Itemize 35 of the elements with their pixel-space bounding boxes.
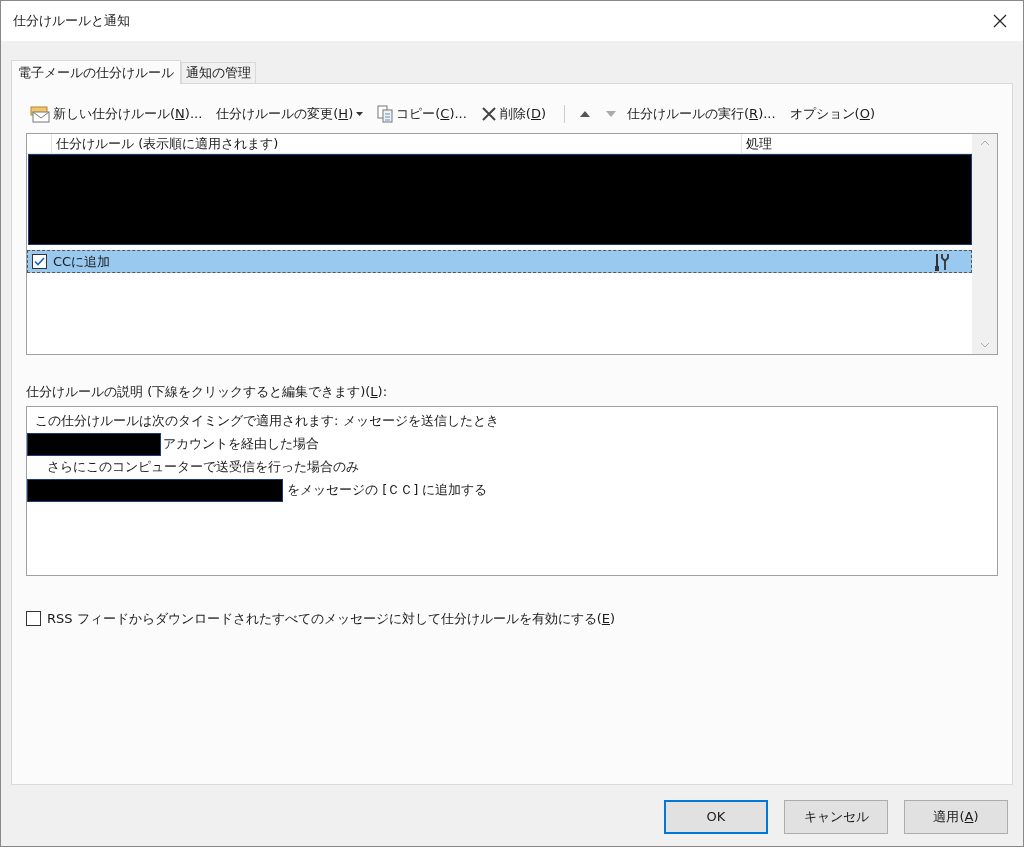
rss-checkbox[interactable]: RSS フィードからダウンロードされたすべてのメッセージに対して仕分けルールを有効にする(E): [26, 608, 998, 628]
dialog-button[interactable]: キャンセル: [784, 800, 888, 834]
toolbar-button[interactable]: コピー(C)...: [375, 101, 469, 127]
dialog-button[interactable]: 適用(A): [904, 800, 1008, 834]
toolbar-button[interactable]: オプション(O): [787, 101, 877, 127]
toolbar-button[interactable]: 仕分けルールの変更(H): [214, 101, 366, 127]
rule-name: CCに追加: [53, 252, 112, 271]
copy-icon: [377, 105, 394, 123]
check-icon: [34, 257, 45, 266]
tab[interactable]: 電子メールの仕分けルール: [11, 60, 181, 84]
scrollbar[interactable]: [972, 134, 997, 354]
close-icon: [993, 14, 1007, 28]
rule-row[interactable]: CCに追加: [27, 250, 972, 273]
toolbar-button[interactable]: 仕分けルールの実行(R)...: [625, 101, 778, 127]
chevron-up-icon[interactable]: [979, 140, 990, 146]
description-text: をメッセージの [ＣＣ] に追加する: [287, 481, 488, 500]
description-text: アカウントを経由した場合: [163, 435, 319, 454]
triangle-up-icon: [580, 111, 590, 117]
column-header[interactable]: 処理: [742, 134, 972, 153]
checkbox[interactable]: [32, 254, 47, 269]
toolbar-button[interactable]: 新しい仕分けルール(N)...: [28, 101, 205, 127]
triangle-down-icon: [606, 111, 616, 117]
toolbar-button[interactable]: 削除(D): [478, 101, 548, 127]
window-title: 仕分けルールと通知: [13, 12, 130, 31]
description-text: この仕分けルールは次のタイミングで適用されます: メッセージを送信したとき: [34, 412, 499, 431]
description-label: 仕分けルールの説明 (下線をクリックすると編集できます)(L):: [26, 383, 389, 401]
column-header[interactable]: 仕分けルール (表示順に適用されます): [52, 134, 742, 153]
close-icon: [480, 106, 497, 122]
dialog-button[interactable]: OK: [664, 800, 768, 834]
chevron-down-icon[interactable]: [979, 342, 990, 348]
tab[interactable]: 通知の管理: [181, 62, 256, 83]
envelope-icon: [30, 105, 50, 123]
caret-icon: [356, 112, 364, 116]
tools-icon: [933, 252, 951, 271]
description-text: さらにこのコンピューターで送受信を行った場合のみ: [46, 458, 359, 477]
